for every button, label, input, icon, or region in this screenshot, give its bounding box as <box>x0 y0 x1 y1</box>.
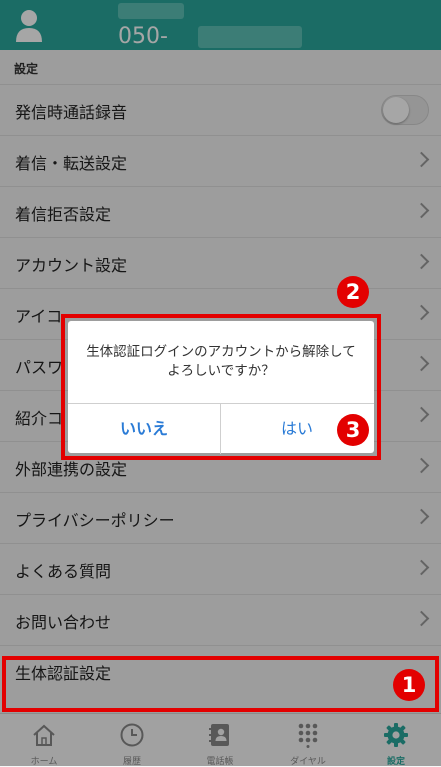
annotation-badge-2: 2 <box>337 276 369 308</box>
annotation-badge-3: 3 <box>337 414 369 446</box>
dialog-highlight-box <box>61 314 381 460</box>
biometric-row-highlight-box <box>2 656 439 712</box>
annotation-badge-1: 1 <box>393 669 425 701</box>
